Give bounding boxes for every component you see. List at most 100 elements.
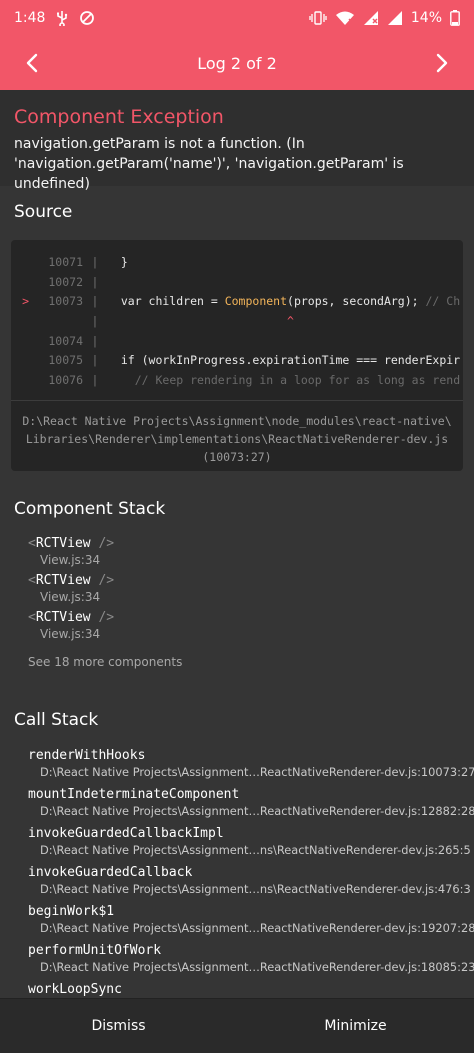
line-separator: |: [91, 353, 99, 368]
dismiss-button[interactable]: Dismiss: [0, 999, 237, 1053]
frame-file-location: D:\React Native Projects\Assignment…Reac…: [40, 765, 474, 779]
call-stack-frame[interactable]: invokeGuardedCallback D:\React Native Pro…: [28, 864, 471, 897]
frame-file-location: D:\React Native Projects\Assignment…ns\R…: [40, 843, 471, 857]
code-line: 10075 | if (workInProgress.expirationTime…: [11, 350, 463, 370]
exception-message: navigation.getParam is not a function. (…: [14, 136, 404, 192]
call-stack-list: renderWithHooks D:\React Native Projects\…: [28, 747, 474, 1005]
code-line: >10073 | var children = Component(props, …: [11, 291, 463, 311]
frame-function-name: performUnitOfWork: [28, 943, 162, 958]
tag-open: <: [28, 536, 36, 551]
battery-percent: 14%: [410, 10, 442, 26]
code-segment: var children =: [107, 294, 225, 309]
source-path-line: Libraries\Renderer\implementations\React…: [25, 432, 449, 446]
line-separator: |: [91, 333, 99, 348]
line-number: 10076: [48, 372, 83, 387]
code-line: 10076 | // Keep rendering in a loop for a…: [11, 370, 463, 390]
frame-function-name: mountIndeterminateComponent: [28, 787, 240, 802]
frame-function-name: invokeGuardedCallback: [28, 865, 193, 880]
tag-open: <: [28, 573, 36, 588]
code-function: Component: [224, 294, 288, 309]
component-file: View.js:34: [40, 590, 101, 604]
usb-icon: [55, 10, 69, 26]
call-stack-frame[interactable]: mountIndeterminateComponent D:\React Nati…: [28, 786, 474, 819]
signal-icon: [363, 10, 379, 26]
component-stack-item[interactable]: <RCTView /> View.js:34: [28, 610, 448, 641]
code-segment: (props, secondArg);: [287, 294, 426, 309]
line-separator: |: [91, 313, 99, 328]
see-more-components-button[interactable]: See 18 more components: [28, 655, 448, 669]
line-separator: |: [91, 372, 99, 387]
line-separator: |: [91, 294, 99, 309]
vibrate-icon: [309, 11, 327, 25]
component-stack-item[interactable]: <RCTView /> View.js:34: [28, 573, 448, 604]
line-number: 10071: [48, 254, 83, 269]
component-name: <RCTView />: [28, 610, 448, 625]
code-comment: // Keep rendering in a loop for as long …: [134, 372, 461, 387]
tag-close: />: [90, 536, 115, 551]
component-label: RCTView: [35, 573, 91, 588]
source-path-line: D:\React Native Projects\Assignment\node…: [22, 414, 452, 428]
log-header: Log 2 of 2: [0, 36, 474, 90]
component-stack-title: Component Stack: [14, 499, 166, 519]
component-stack-item[interactable]: <RCTView /> View.js:34: [28, 536, 448, 567]
source-file-path: D:\React Native Projects\Assignment\node…: [11, 400, 463, 466]
line-marker: >: [22, 294, 29, 309]
code-segment: ^: [107, 313, 294, 328]
code-line: | ^: [11, 311, 463, 331]
code-line: 10071 | }: [11, 252, 463, 272]
line-separator: |: [91, 254, 99, 269]
line-code: ^: [107, 314, 294, 328]
frame-function-name: renderWithHooks: [28, 748, 146, 763]
call-stack-title: Call Stack: [14, 710, 99, 730]
exception-panel: Component Exception navigation.getParam …: [0, 90, 474, 192]
line-number: 10074: [48, 333, 83, 348]
code-segment: if (workInProgress.expirationTime === re…: [107, 353, 461, 368]
call-stack-frame[interactable]: renderWithHooks D:\React Native Projects\…: [28, 747, 474, 780]
minimize-button[interactable]: Minimize: [237, 999, 474, 1053]
source-title: Source: [14, 202, 73, 222]
source-path-line: (10073:27): [202, 450, 272, 464]
code-line: 10072 |: [11, 272, 463, 292]
line-code: if (workInProgress.expirationTime === re…: [107, 353, 460, 367]
data-saver-icon: [79, 10, 95, 26]
wifi-icon: [335, 10, 355, 26]
call-stack-frame[interactable]: performUnitOfWork D:\React Native Project…: [28, 942, 474, 975]
status-bar: 1:48 14%: [0, 0, 474, 36]
tag-close: />: [90, 573, 115, 588]
chevron-right-icon: [436, 53, 448, 73]
line-code: // Keep rendering in a loop for as long …: [107, 373, 460, 387]
frame-function-name: invokeGuardedCallbackImpl: [28, 826, 224, 841]
exception-title: Component Exception: [14, 106, 224, 128]
component-label: RCTView: [35, 610, 91, 625]
source-code-frame[interactable]: 10071 | } 10072 | >10073 | var children = Com…: [11, 240, 463, 471]
call-stack-frame[interactable]: workLoopSync: [28, 981, 468, 999]
previous-log-button[interactable]: [18, 49, 46, 77]
frame-function-name: workLoopSync: [28, 982, 122, 997]
code-lines: 10071 | } 10072 | >10073 | var children = Com…: [11, 240, 463, 390]
component-file: View.js:34: [40, 553, 101, 567]
call-stack-frame[interactable]: invokeGuardedCallbackImpl D:\React Native…: [28, 825, 471, 858]
component-file: View.js:34: [40, 627, 101, 641]
call-stack-frame[interactable]: beginWork$1 D:\React Native Projects\Assi…: [28, 903, 474, 936]
footer-bar: Dismiss Minimize: [0, 998, 474, 1053]
log-counter: Log 2 of 2: [197, 53, 277, 73]
line-separator: |: [91, 274, 99, 289]
frame-file-location: D:\React Native Projects\Assignment…Reac…: [40, 804, 474, 818]
component-label: RCTView: [35, 536, 91, 551]
frame-function-name: beginWork$1: [28, 904, 115, 919]
next-log-button[interactable]: [428, 49, 456, 77]
tag-close: />: [90, 610, 115, 625]
line-number: 10075: [48, 353, 83, 368]
frame-file-location: D:\React Native Projects\Assignment…ns\R…: [40, 882, 471, 896]
status-time: 1:48: [14, 10, 46, 26]
component-name: <RCTView />: [28, 536, 448, 551]
battery-icon: [450, 10, 460, 26]
tag-open: <: [28, 610, 36, 625]
frame-file-location: D:\React Native Projects\Assignment…Reac…: [40, 960, 474, 974]
line-number: 10073: [48, 294, 83, 309]
signal-icon-2: [387, 10, 403, 26]
frame-file-location: D:\React Native Projects\Assignment…Reac…: [40, 921, 474, 935]
line-code: var children = Component(props, secondAr…: [107, 294, 460, 308]
component-stack-list: <RCTView /> View.js:34 <RCTView /> View.js:…: [28, 536, 448, 669]
